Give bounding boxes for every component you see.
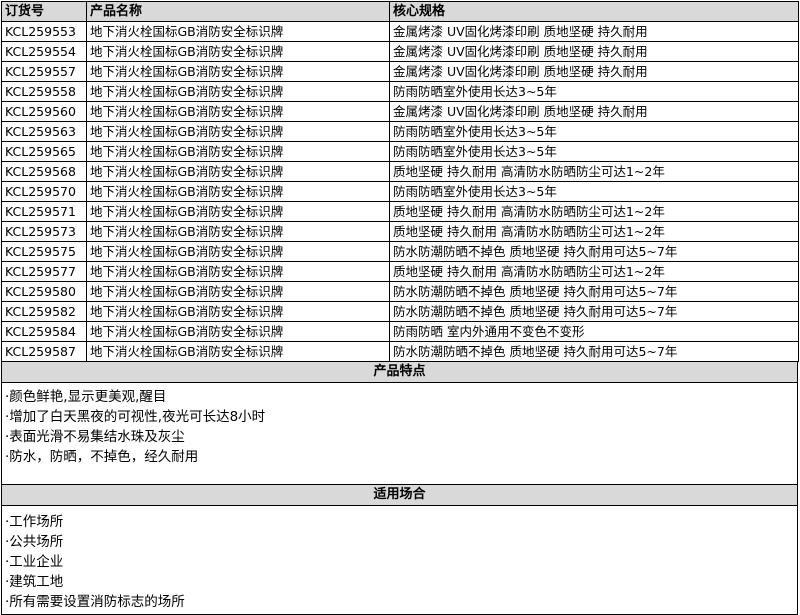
cell-order-no: KCL259568	[1, 161, 87, 182]
cell-product-name: 地下消火栓国标GB消防安全标识牌	[86, 321, 390, 342]
table-row: KCL259568 地下消火栓国标GB消防安全标识牌 质地坚硬 持久耐用 高清防水防…	[1, 161, 799, 182]
cell-product-name: 地下消火栓国标GB消防安全标识牌	[86, 121, 390, 142]
use-item: ·工作场所	[5, 514, 64, 530]
table-row: KCL259571 地下消火栓国标GB消防安全标识牌 质地坚硬 持久耐用 高清防水防…	[1, 201, 799, 222]
table-row: KCL259577 地下消火栓国标GB消防安全标识牌 质地坚硬 持久耐用 高清防水防…	[1, 261, 799, 282]
table-body: KCL259553 地下消火栓国标GB消防安全标识牌 金属烤漆 UV固化烤漆印刷 质…	[1, 21, 799, 362]
table-row: KCL259582 地下消火栓国标GB消防安全标识牌 防水防潮防晒不掉色 质地坚硬 …	[1, 301, 799, 322]
cell-product-name: 地下消火栓国标GB消防安全标识牌	[86, 61, 390, 82]
table-row: KCL259558 地下消火栓国标GB消防安全标识牌 防雨防晒室外使用长达3~5年	[1, 81, 799, 102]
cell-product-name: 地下消火栓国标GB消防安全标识牌	[86, 81, 390, 102]
cell-product-name: 地下消火栓国标GB消防安全标识牌	[86, 201, 390, 222]
cell-order-no: KCL259587	[1, 341, 87, 362]
cell-order-no: KCL259560	[1, 101, 87, 122]
cell-core-spec: 金属烤漆 UV固化烤漆印刷 质地坚硬 持久耐用	[389, 41, 799, 62]
cell-product-name: 地下消火栓国标GB消防安全标识牌	[86, 241, 390, 262]
table-row: KCL259587 地下消火栓国标GB消防安全标识牌 防水防潮防晒不掉色 质地坚硬 …	[1, 341, 799, 362]
cell-core-spec: 防水防潮防晒不掉色 质地坚硬 持久耐用可达5~7年	[389, 341, 799, 362]
table-row: KCL259563 地下消火栓国标GB消防安全标识牌 防雨防晒室外使用长达3~5年	[1, 121, 799, 142]
cell-core-spec: 防雨防晒室外使用长达3~5年	[389, 181, 799, 202]
cell-product-name: 地下消火栓国标GB消防安全标识牌	[86, 141, 390, 162]
uses-title: 适用场合	[1, 485, 798, 506]
cell-order-no: KCL259575	[1, 241, 87, 262]
header-order-no: 订货号	[1, 1, 87, 22]
cell-core-spec: 金属烤漆 UV固化烤漆印刷 质地坚硬 持久耐用	[389, 21, 799, 42]
cell-product-name: 地下消火栓国标GB消防安全标识牌	[86, 221, 390, 242]
cell-product-name: 地下消火栓国标GB消防安全标识牌	[86, 341, 390, 362]
cell-product-name: 地下消火栓国标GB消防安全标识牌	[86, 161, 390, 182]
table-row: KCL259580 地下消火栓国标GB消防安全标识牌 防水防潮防晒不掉色 质地坚硬 …	[1, 281, 799, 302]
cell-product-name: 地下消火栓国标GB消防安全标识牌	[86, 101, 390, 122]
header-core-spec: 核心规格	[389, 1, 799, 22]
table-row: KCL259573 地下消火栓国标GB消防安全标识牌 质地坚硬 持久耐用 高清防水防…	[1, 221, 799, 242]
cell-order-no: KCL259557	[1, 61, 87, 82]
table-row: KCL259553 地下消火栓国标GB消防安全标识牌 金属烤漆 UV固化烤漆印刷 质…	[1, 21, 799, 42]
table-row: KCL259584 地下消火栓国标GB消防安全标识牌 防雨防晒 室内外通用不变色不变…	[1, 321, 799, 342]
header-product-name: 产品名称	[86, 1, 390, 22]
table-row: KCL259554 地下消火栓国标GB消防安全标识牌 金属烤漆 UV固化烤漆印刷 质…	[1, 41, 799, 62]
cell-core-spec: 防雨防晒室外使用长达3~5年	[389, 141, 799, 162]
table-row: KCL259570 地下消火栓国标GB消防安全标识牌 防雨防晒室外使用长达3~5年	[1, 181, 799, 202]
cell-core-spec: 防水防潮防晒不掉色 质地坚硬 持久耐用可达5~7年	[389, 241, 799, 262]
table-row: KCL259560 地下消火栓国标GB消防安全标识牌 金属烤漆 UV固化烤漆印刷 质…	[1, 101, 799, 122]
table-row: KCL259557 地下消火栓国标GB消防安全标识牌 金属烤漆 UV固化烤漆印刷 质…	[1, 61, 799, 82]
cell-order-no: KCL259580	[1, 281, 87, 302]
uses-list: ·工作场所 ·公共场所 ·工业企业 ·建筑工地 ·所有需要设置消防标志的场所	[1, 506, 798, 615]
cell-product-name: 地下消火栓国标GB消防安全标识牌	[86, 21, 390, 42]
cell-core-spec: 质地坚硬 持久耐用 高清防水防晒防尘可达1~2年	[389, 161, 799, 182]
cell-core-spec: 防雨防晒室外使用长达3~5年	[389, 81, 799, 102]
cell-order-no: KCL259565	[1, 141, 87, 162]
spec-sheet: 订货号 产品名称 核心规格 KCL259553 地下消火栓国标GB消防安全标识牌金…	[1, 1, 799, 615]
cell-order-no: KCL259584	[1, 321, 87, 342]
use-item: ·公共场所	[5, 534, 64, 550]
cell-product-name: 地下消火栓国标GB消防安全标识牌	[86, 181, 390, 202]
cell-order-no: KCL259582	[1, 301, 87, 322]
cell-core-spec: 防水防潮防晒不掉色 质地坚硬 持久耐用可达5~7年	[389, 301, 799, 322]
table-row: KCL259575 地下消火栓国标GB消防安全标识牌 防水防潮防晒不掉色 质地坚硬 …	[1, 241, 799, 262]
use-item: ·所有需要设置消防标志的场所	[5, 594, 185, 610]
cell-order-no: KCL259570	[1, 181, 87, 202]
cell-product-name: 地下消火栓国标GB消防安全标识牌	[86, 281, 390, 302]
cell-order-no: KCL259571	[1, 201, 87, 222]
features-list: ·颜色鲜艳,显示更美观,醒目 ·增加了白天黑夜的可视性,夜光可长达8小时 ·表面光滑…	[1, 383, 798, 485]
cell-order-no: KCL259558	[1, 81, 87, 102]
cell-core-spec: 防水防潮防晒不掉色 质地坚硬 持久耐用可达5~7年	[389, 281, 799, 302]
cell-order-no: KCL259577	[1, 261, 87, 282]
cell-core-spec: 防雨防晒室外使用长达3~5年	[389, 121, 799, 142]
cell-product-name: 地下消火栓国标GB消防安全标识牌	[86, 261, 390, 282]
cell-core-spec: 金属烤漆 UV固化烤漆印刷 质地坚硬 持久耐用	[389, 101, 799, 122]
cell-order-no: KCL259554	[1, 41, 87, 62]
table-row: KCL259565 地下消火栓国标GB消防安全标识牌 防雨防晒室外使用长达3~5年	[1, 141, 799, 162]
use-item: ·工业企业	[5, 554, 64, 570]
cell-core-spec: 金属烤漆 UV固化烤漆印刷 质地坚硬 持久耐用	[389, 61, 799, 82]
feature-item: ·增加了白天黑夜的可视性,夜光可长达8小时	[5, 409, 266, 425]
features-title: 产品特点	[1, 362, 798, 383]
cell-order-no: KCL259573	[1, 221, 87, 242]
cell-product-name: 地下消火栓国标GB消防安全标识牌	[86, 301, 390, 322]
cell-core-spec: 质地坚硬 持久耐用 高清防水防晒防尘可达1~2年	[389, 261, 799, 282]
feature-item: ·颜色鲜艳,显示更美观,醒目	[5, 389, 167, 405]
cell-product-name: 地下消火栓国标GB消防安全标识牌	[86, 41, 390, 62]
cell-core-spec: 防雨防晒 室内外通用不变色不变形	[389, 321, 799, 342]
cell-core-spec: 质地坚硬 持久耐用 高清防水防晒防尘可达1~2年	[389, 201, 799, 222]
table-header-row: 订货号 产品名称 核心规格	[1, 1, 799, 22]
feature-item: ·防水，防晒，不掉色，经久耐用	[5, 449, 199, 465]
spec-table: 订货号 产品名称 核心规格 KCL259553 地下消火栓国标GB消防安全标识牌金…	[1, 1, 799, 362]
cell-order-no: KCL259553	[1, 21, 87, 42]
use-item: ·建筑工地	[5, 574, 64, 590]
cell-order-no: KCL259563	[1, 121, 87, 142]
cell-core-spec: 质地坚硬 持久耐用 高清防水防晒防尘可达1~2年	[389, 221, 799, 242]
feature-item: ·表面光滑不易集结水珠及灰尘	[5, 429, 185, 445]
